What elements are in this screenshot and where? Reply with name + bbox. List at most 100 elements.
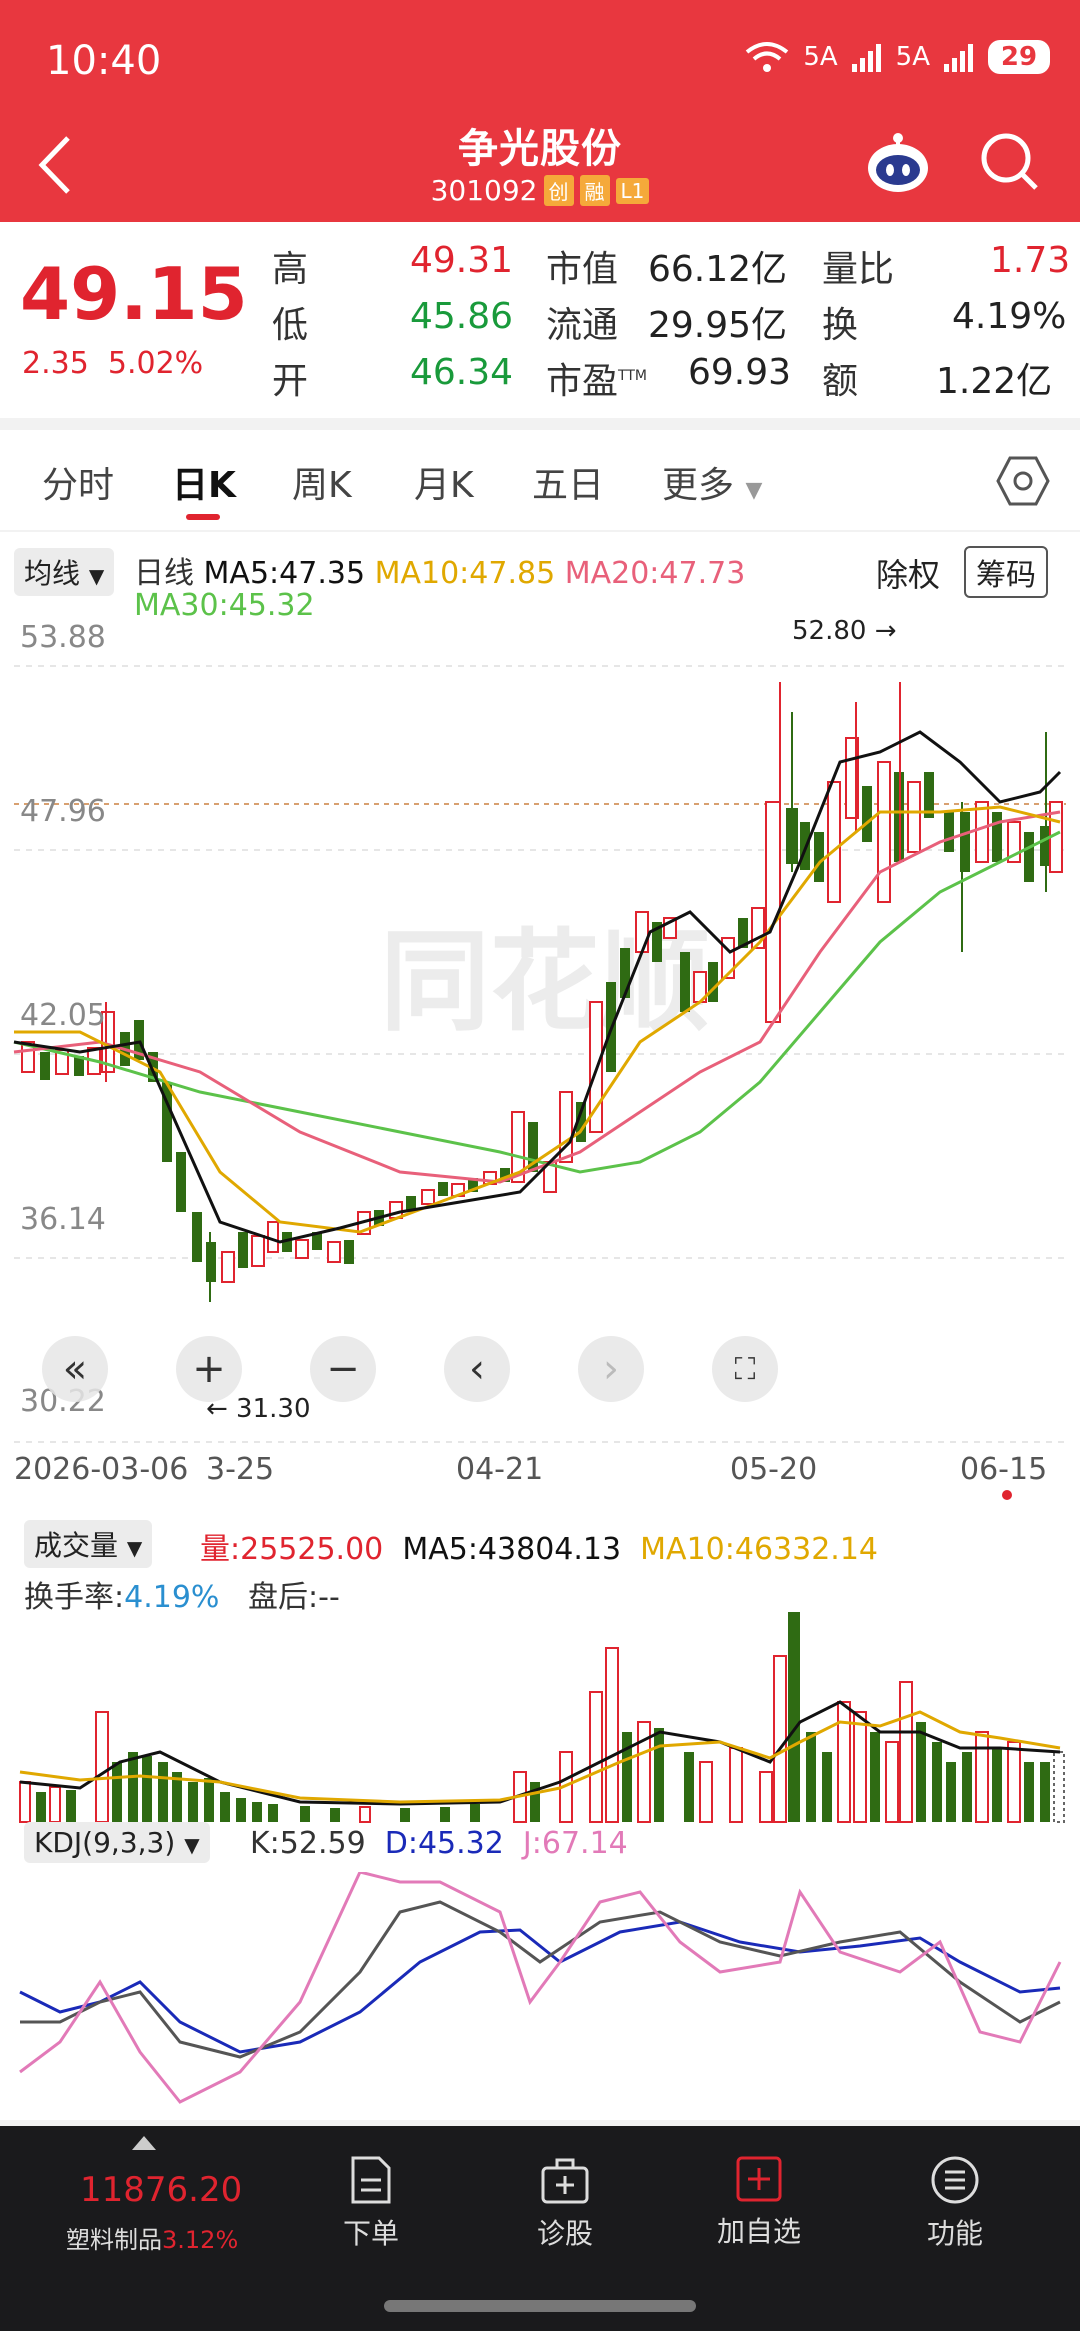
pe-ttm-sup: TTM: [618, 368, 647, 384]
chart-area: 均线 ▼ 日线 MA5:47.35 MA10:47.85 MA20:47.73 …: [0, 532, 1080, 2120]
low-label: 低: [272, 305, 309, 346]
chevron-down-icon: ▼: [88, 564, 105, 588]
float-value: 29.95亿: [648, 305, 788, 346]
float-label: 流通: [546, 305, 619, 346]
amount-value: 1.22亿: [936, 361, 1053, 402]
pe-label: 市盈TTM: [546, 352, 647, 404]
volume-ratio-value: 1.73: [990, 240, 1071, 281]
double-chevron-left-icon: «: [62, 1346, 88, 1392]
tab-weekly-k[interactable]: 周K: [292, 456, 352, 508]
search-icon[interactable]: [978, 130, 1042, 194]
turnover-row-value: 4.19%: [124, 1580, 220, 1615]
kdj-k-line: [20, 1900, 1061, 2059]
volume-ma10: MA10:46332.14: [640, 1532, 879, 1567]
volume-ma5: MA5:43804.13: [402, 1532, 622, 1567]
volume-value: 量:25525.00: [200, 1532, 384, 1567]
kline-chart: 同花顺: [13, 665, 1066, 1443]
functions-button[interactable]: 功能: [880, 2154, 1030, 2252]
tag-rong: 融: [579, 175, 610, 206]
tab-five-day[interactable]: 五日: [532, 456, 604, 508]
index-name: 塑料制品: [66, 2226, 162, 2254]
fullscreen-button[interactable]: ⛶: [712, 1336, 778, 1402]
signal-icon: [851, 44, 881, 72]
ma-selector-label: 均线: [24, 557, 81, 590]
turnover-row: 换手率:4.19% 盘后:--: [24, 1572, 340, 1616]
add-watchlist-label: 加自选: [716, 2215, 801, 2248]
home-indicator[interactable]: [384, 2300, 696, 2312]
expand-up-icon[interactable]: [132, 2136, 156, 2150]
y-label-1: 53.88: [20, 620, 106, 655]
date-label-5: 06-15: [960, 1452, 1048, 1487]
chevron-right-icon: ›: [603, 1346, 619, 1392]
pe-value: 69.93: [688, 352, 792, 393]
add-watchlist-button[interactable]: 加自选: [684, 2154, 834, 2250]
chips-button[interactable]: 筹码: [964, 546, 1048, 598]
period-label: 日线: [134, 556, 194, 591]
ma5-value: MA5:47.35: [203, 556, 366, 591]
date-label-4: 05-20: [730, 1452, 818, 1487]
index-value[interactable]: 11876.20: [80, 2170, 242, 2210]
kdj-selector-label: KDJ(9,3,3): [34, 1826, 176, 1859]
turnover-label: 换: [822, 305, 859, 346]
add-square-icon: [736, 2156, 782, 2202]
medical-kit-icon: [541, 2158, 589, 2204]
document-icon: [351, 2156, 391, 2204]
low-value: 45.86: [410, 296, 514, 337]
battery-indicator: 29: [988, 40, 1050, 74]
stock-code: 301092: [430, 174, 538, 207]
tab-intraday[interactable]: 分时: [42, 456, 114, 508]
prev-button[interactable]: ‹: [444, 1336, 510, 1402]
tag-l1: L1: [615, 177, 650, 204]
next-button[interactable]: ›: [578, 1336, 644, 1402]
volume-chart: [19, 1612, 1065, 1823]
kdj-selector[interactable]: KDJ(9,3,3) ▼: [24, 1822, 210, 1863]
settings-hexagon-icon[interactable]: [996, 454, 1050, 508]
volume-selector[interactable]: 成交量 ▼: [24, 1520, 153, 1568]
kdj-legend: K:52.59 D:45.32 J:67.14: [250, 1826, 628, 1861]
minus-icon: −: [326, 1346, 360, 1392]
ex-rights-button[interactable]: 除权: [876, 550, 940, 596]
amount-label: 额: [822, 361, 859, 402]
network-label-1: 5A: [803, 42, 838, 72]
zoom-in-button[interactable]: +: [176, 1336, 242, 1402]
mcap-label: 市值: [546, 249, 619, 290]
wifi-icon: [746, 42, 789, 72]
change-percent: 5.02%: [107, 346, 204, 381]
chevron-down-icon: ▼: [184, 1833, 200, 1857]
period-tabs: 分时 日K 周K 月K 五日 更多 ▼: [0, 430, 1080, 530]
change-value: 2.35: [22, 346, 89, 381]
index-name-row: 塑料制品3.12%: [66, 2220, 238, 2255]
rewind-button[interactable]: «: [42, 1336, 108, 1402]
kdj-j-value: J:67.14: [522, 1826, 628, 1861]
kdj-chart: [19, 1872, 1062, 2104]
network-label-2: 5A: [895, 42, 930, 72]
chevron-left-icon: ‹: [469, 1346, 485, 1392]
chevron-down-icon: ▼: [745, 478, 763, 503]
date-label-2: 3-25: [206, 1452, 275, 1487]
diagnose-label: 诊股: [536, 2217, 593, 2250]
active-tab-indicator: [186, 514, 220, 520]
tab-monthly-k[interactable]: 月K: [414, 456, 474, 508]
robot-assistant-icon[interactable]: [862, 128, 934, 200]
kdj-j-line: [19, 1872, 1062, 2104]
chevron-down-icon: ▼: [126, 1536, 143, 1560]
y-label-3: 42.05: [20, 998, 106, 1033]
volume-selector-label: 成交量: [34, 1529, 119, 1562]
kdj-k-value: K:52.59: [250, 1826, 366, 1861]
tab-more-label: 更多: [662, 465, 735, 506]
signal-icon-2: [944, 44, 973, 72]
tab-more[interactable]: 更多 ▼: [662, 456, 762, 508]
volume-legend: 量:25525.00 MA5:43804.13 MA10:46332.14: [200, 1524, 878, 1568]
tag-chuang: 创: [543, 175, 574, 206]
order-label: 下单: [342, 2217, 399, 2250]
zoom-out-button[interactable]: −: [310, 1336, 376, 1402]
current-date-dot: [1002, 1490, 1012, 1500]
ma-selector[interactable]: 均线 ▼: [14, 548, 115, 596]
last-price: 49.15: [20, 252, 248, 336]
tab-daily-k[interactable]: 日K: [172, 456, 236, 508]
order-button[interactable]: 下单: [296, 2154, 446, 2252]
index-pct: 3.12%: [162, 2226, 239, 2254]
ma-legend-row1: 日线 MA5:47.35 MA10:47.85 MA20:47.73: [134, 548, 745, 592]
fullscreen-icon: ⛶: [734, 1351, 756, 1387]
diagnose-button[interactable]: 诊股: [490, 2154, 640, 2252]
